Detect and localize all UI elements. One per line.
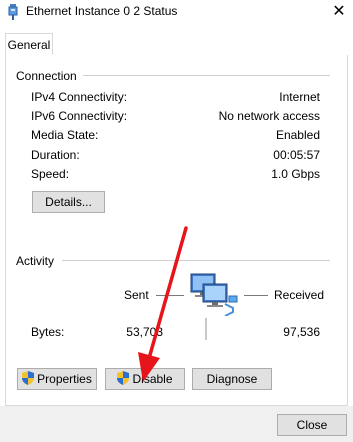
uac-shield-icon	[117, 371, 130, 385]
window-close-icon[interactable]: ✕	[327, 1, 351, 23]
tab-general[interactable]: General	[5, 33, 53, 55]
network-icon-stem	[205, 318, 207, 340]
diagnose-button[interactable]: Diagnose	[192, 368, 272, 390]
bytes-label: Bytes:	[31, 325, 65, 339]
properties-button-label: Properties	[37, 372, 92, 386]
ethernet-adapter-icon	[8, 4, 18, 20]
window-title: Ethernet Instance 0 2 Status	[26, 4, 178, 18]
connection-group-label: Connection	[16, 69, 83, 83]
speed-label: Speed:	[31, 167, 70, 181]
media-state-label: Media State:	[31, 128, 99, 142]
received-label: Received	[274, 288, 325, 302]
properties-button[interactable]: Properties	[17, 368, 97, 390]
ipv6-connectivity-label: IPv6 Connectivity:	[31, 109, 128, 123]
activity-group-line	[62, 260, 330, 261]
ipv4-connectivity-value: Internet	[279, 90, 320, 104]
ipv4-connectivity-label: IPv4 Connectivity:	[31, 90, 128, 104]
ipv6-connectivity-value: No network access	[218, 109, 320, 123]
close-button[interactable]: Close	[277, 414, 347, 436]
media-state-value: Enabled	[275, 128, 320, 142]
received-divider-line	[244, 295, 268, 296]
connection-group-line	[76, 75, 330, 76]
speed-value: 1.0 Gbps	[271, 167, 320, 181]
duration-value: 00:05:57	[273, 148, 320, 162]
activity-group-label: Activity	[16, 254, 61, 268]
red-annotation-arrow-icon	[138, 226, 188, 382]
bytes-received-value: 97,536	[283, 325, 320, 339]
uac-shield-icon	[22, 371, 35, 385]
details-button[interactable]: Details...	[32, 191, 105, 213]
network-computers-icon	[190, 273, 238, 316]
duration-label: Duration:	[31, 148, 80, 162]
